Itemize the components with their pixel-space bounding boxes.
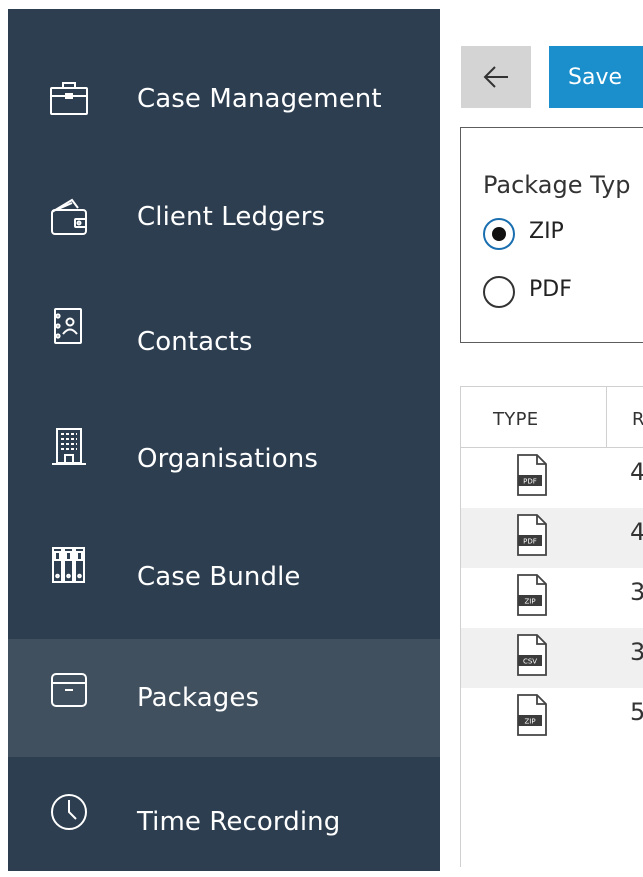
- table-row[interactable]: ZIP 5: [461, 688, 643, 748]
- sidebar-item-organisations[interactable]: Organisations: [8, 396, 440, 514]
- csv-file-icon: CSV: [515, 633, 549, 677]
- sidebar-item-label: Time Recording: [137, 807, 341, 837]
- archive-box-icon: [46, 667, 92, 713]
- sidebar-item-label: Case Bundle: [137, 562, 301, 592]
- binders-icon: [46, 542, 92, 588]
- row-value: 3: [630, 578, 643, 606]
- svg-text:ZIP: ZIP: [524, 598, 535, 606]
- svg-text:ZIP: ZIP: [524, 718, 535, 726]
- left-edge: [0, 0, 8, 871]
- sidebar-item-label: Contacts: [137, 327, 253, 357]
- package-type-title: Package Typ: [483, 171, 631, 199]
- pdf-file-icon: PDF: [515, 513, 549, 557]
- radio-button-zip[interactable]: [483, 218, 515, 250]
- main-panel: Save Package Typ ZIP PDF TYPE R PDF 4 PD…: [440, 9, 643, 871]
- pdf-file-icon: PDF: [515, 453, 549, 497]
- column-header-second[interactable]: R: [632, 409, 643, 430]
- package-type-panel: Package Typ ZIP PDF: [460, 127, 643, 343]
- contact-book-icon: [46, 304, 92, 350]
- row-value: 3: [630, 638, 643, 666]
- sidebar-item-time-recording[interactable]: Time Recording: [8, 759, 440, 877]
- sidebar-item-case-management[interactable]: Case Management: [8, 42, 440, 160]
- arrow-left-icon: [483, 66, 508, 88]
- radio-selected-dot: [492, 227, 506, 241]
- sidebar-item-label: Organisations: [137, 444, 318, 474]
- sidebar-item-label: Client Ledgers: [137, 202, 326, 232]
- top-edge: [0, 0, 643, 9]
- row-value: 5: [630, 698, 643, 726]
- sidebar-item-case-bundle[interactable]: Case Bundle: [8, 514, 440, 632]
- grid-header: TYPE R: [461, 387, 643, 448]
- column-separator: [606, 387, 607, 447]
- save-button[interactable]: Save: [549, 46, 643, 108]
- column-header-type[interactable]: TYPE: [493, 409, 538, 430]
- table-row[interactable]: PDF 4: [461, 508, 643, 568]
- table-row[interactable]: CSV 3: [461, 628, 643, 688]
- table-row[interactable]: PDF 4: [461, 448, 643, 508]
- sidebar-item-label: Case Management: [137, 84, 382, 114]
- briefcase-icon: [46, 76, 92, 122]
- svg-text:PDF: PDF: [523, 478, 537, 486]
- building-icon: [46, 424, 92, 470]
- table-row[interactable]: ZIP 3: [461, 568, 643, 628]
- sidebar-item-label: Packages: [137, 683, 260, 713]
- svg-text:CSV: CSV: [523, 658, 537, 666]
- sidebar: Case Management Client Ledgers Contacts …: [8, 9, 440, 871]
- back-button[interactable]: [461, 46, 531, 108]
- svg-text:PDF: PDF: [523, 538, 537, 546]
- zip-file-icon: ZIP: [515, 573, 549, 617]
- wallet-icon: [46, 194, 92, 240]
- radio-label-pdf: PDF: [529, 277, 572, 302]
- sidebar-item-packages[interactable]: Packages: [8, 639, 440, 757]
- sidebar-item-client-ledgers[interactable]: Client Ledgers: [8, 160, 440, 278]
- sidebar-item-contacts[interactable]: Contacts: [8, 278, 440, 396]
- radio-label-zip: ZIP: [529, 219, 564, 244]
- packages-grid: TYPE R PDF 4 PDF 4 ZIP 3 CSV 3 ZIP 5: [460, 386, 643, 867]
- clock-icon: [46, 789, 92, 835]
- zip-file-icon: ZIP: [515, 693, 549, 737]
- radio-button-pdf[interactable]: [483, 276, 515, 308]
- row-value: 4: [630, 518, 643, 546]
- row-value: 4: [630, 458, 643, 486]
